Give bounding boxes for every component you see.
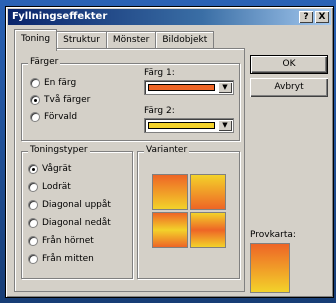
radio-diagonal-uppat-label: Diagonal uppåt	[42, 200, 111, 210]
radio-lodrat-label: Lodrät	[42, 182, 71, 192]
radio-en-farg[interactable]: En färg	[30, 78, 76, 88]
color2-swatch	[148, 122, 215, 129]
ok-button[interactable]: OK	[250, 55, 328, 74]
variant-3[interactable]	[152, 212, 188, 248]
dialog-window: Fyllningseffekter ? X Toning Struktur Mö…	[5, 6, 334, 298]
preview-sample	[250, 243, 290, 293]
chevron-down-icon[interactable]: ▼	[218, 82, 232, 93]
radio-tva-farger-dot	[30, 95, 40, 105]
variants-label: Varianter	[144, 145, 190, 155]
cancel-button[interactable]: Avbryt	[250, 78, 328, 97]
radio-diagonal-uppat[interactable]: Diagonal uppåt	[28, 200, 111, 210]
variant-1[interactable]	[152, 174, 188, 210]
radio-vagrat-label: Vågrät	[42, 164, 72, 174]
radio-tva-farger-label: Två färger	[44, 95, 91, 105]
colors-group-label: Färger	[28, 57, 61, 67]
radio-tva-farger[interactable]: Två färger	[30, 95, 90, 105]
color1-dropdown[interactable]: ▼	[144, 80, 234, 95]
variants-group: Varianter	[137, 145, 240, 279]
radio-en-farg-dot	[30, 78, 40, 88]
color2-label: Färg 2:	[144, 106, 175, 116]
dialog-title: Fyllningseffekter	[12, 11, 108, 22]
radio-fran-hornet-label: Från hörnet	[42, 236, 94, 246]
variant-2[interactable]	[190, 174, 226, 210]
radio-diagonal-nedat[interactable]: Diagonal nedåt	[28, 218, 111, 228]
radio-forvald-dot	[30, 112, 40, 122]
tab-monster[interactable]: Mönster	[105, 31, 157, 49]
toning-panel: Färger En färg Två färger Förvald Färg 1…	[14, 48, 245, 292]
colors-group: Färger En färg Två färger Förvald Färg 1…	[21, 57, 240, 141]
radio-fran-mitten-label: Från mitten	[42, 254, 94, 264]
color1-label: Färg 1:	[144, 68, 175, 78]
variant-4[interactable]	[190, 212, 226, 248]
chevron-down-icon[interactable]: ▼	[218, 120, 232, 131]
color2-dropdown[interactable]: ▼	[144, 118, 234, 133]
radio-fran-mitten-dot	[28, 254, 38, 264]
radio-vagrat-dot	[28, 164, 38, 174]
radio-forvald-label: Förvald	[44, 112, 78, 122]
radio-diagonal-uppat-dot	[28, 200, 38, 210]
tab-bar: Toning Struktur Mönster Bildobjekt	[14, 29, 215, 51]
radio-fran-mitten[interactable]: Från mitten	[28, 254, 94, 264]
title-bar: Fyllningseffekter ? X	[8, 9, 331, 25]
radio-diagonal-nedat-dot	[28, 218, 38, 228]
tab-struktur[interactable]: Struktur	[56, 31, 107, 49]
tab-toning[interactable]: Toning	[14, 29, 58, 51]
radio-lodrat-dot	[28, 182, 38, 192]
radio-lodrat[interactable]: Lodrät	[28, 182, 71, 192]
radio-fran-hornet-dot	[28, 236, 38, 246]
shading-styles-group: Toningstyper Vågrät Lodrät Diagonal uppå…	[21, 145, 133, 279]
shading-styles-label: Toningstyper	[28, 145, 90, 155]
close-button[interactable]: X	[315, 11, 329, 23]
radio-fran-hornet[interactable]: Från hörnet	[28, 236, 94, 246]
radio-forvald[interactable]: Förvald	[30, 112, 77, 122]
help-button[interactable]: ?	[299, 11, 313, 23]
radio-vagrat[interactable]: Vågrät	[28, 164, 71, 174]
color1-swatch	[148, 84, 215, 91]
radio-diagonal-nedat-label: Diagonal nedåt	[42, 218, 111, 228]
preview-label: Provkarta:	[250, 230, 296, 240]
tab-bildobjekt[interactable]: Bildobjekt	[155, 31, 215, 49]
radio-en-farg-label: En färg	[44, 78, 77, 88]
